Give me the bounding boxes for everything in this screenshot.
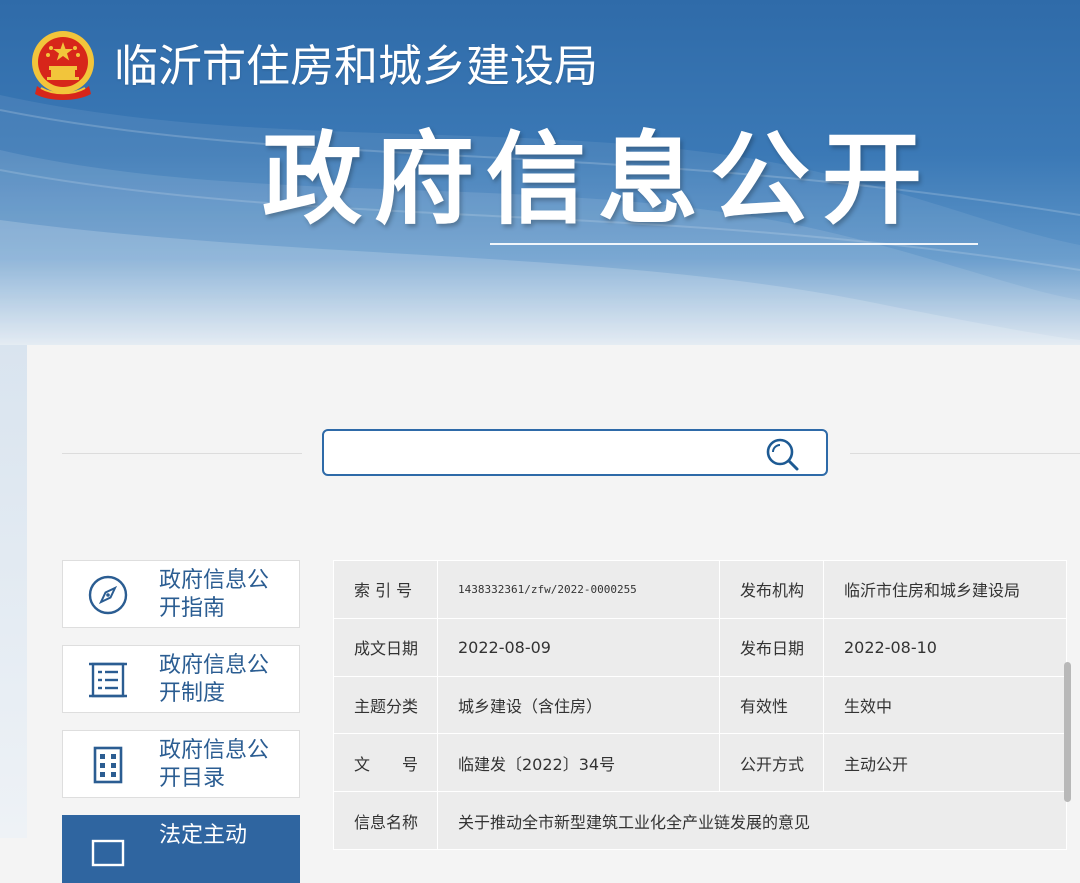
table-row: 信息名称 关于推动全市新型建筑工业化全产业链发展的意见 — [333, 791, 1067, 850]
table-row: 文 号 临建发〔2022〕34号 公开方式 主动公开 — [333, 733, 1067, 793]
document-list-icon — [89, 662, 127, 698]
divider-left — [62, 453, 302, 454]
left-edge-background — [0, 345, 27, 838]
national-emblem-icon — [32, 31, 94, 100]
published-date-label: 发布日期 — [719, 617, 824, 677]
banner-underline — [490, 243, 978, 245]
document-metadata-table: 索 引 号 1438332361/zfw/2022-0000255 发布机构 临… — [333, 560, 1067, 850]
scrollbar-thumb[interactable] — [1064, 662, 1071, 802]
topic-label: 主题分类 — [333, 675, 438, 735]
disclosure-method-value: 主动公开 — [823, 733, 1067, 793]
publisher-label: 发布机构 — [719, 560, 824, 619]
divider-right — [850, 453, 1080, 454]
publisher-value: 临沂市住房和城乡建设局 — [823, 560, 1067, 619]
sidebar-item-statutory[interactable]: 法定主动 — [62, 815, 300, 883]
document-number-label: 文 号 — [333, 733, 438, 793]
search-icon[interactable] — [764, 436, 800, 472]
sidebar-item-system[interactable]: 政府信息公开制度 — [62, 645, 300, 713]
search-input[interactable] — [332, 437, 756, 471]
published-date-value: 2022-08-10 — [823, 617, 1067, 677]
document-title-value: 关于推动全市新型建筑工业化全产业链发展的意见 — [437, 791, 1067, 850]
table-row: 主题分类 城乡建设（含住房） 有效性 生效中 — [333, 675, 1067, 735]
validity-value: 生效中 — [823, 675, 1067, 735]
site-name[interactable]: 临沂市住房和城乡建设局 — [114, 38, 598, 96]
sidebar-item-guide[interactable]: 政府信息公开指南 — [62, 560, 300, 628]
building-icon — [93, 746, 123, 784]
created-date-value: 2022-08-09 — [437, 617, 720, 677]
table-row: 索 引 号 1438332361/zfw/2022-0000255 发布机构 临… — [333, 560, 1067, 619]
sidebar-item-label: 政府信息公开制度 — [159, 653, 270, 706]
table-row: 成文日期 2022-08-09 发布日期 2022-08-10 — [333, 617, 1067, 677]
topic-value: 城乡建设（含住房） — [437, 675, 720, 735]
index-number-value: 1438332361/zfw/2022-0000255 — [437, 560, 720, 619]
compass-icon — [88, 575, 128, 615]
sidebar-item-label: 政府信息公开指南 — [159, 568, 270, 621]
search-box[interactable] — [322, 429, 828, 476]
banner-title: 政府信息公开 — [262, 121, 934, 238]
sidebar-item-catalog[interactable]: 政府信息公开目录 — [62, 730, 300, 798]
disclosure-method-label: 公开方式 — [719, 733, 824, 793]
document-number-value: 临建发〔2022〕34号 — [437, 733, 720, 793]
folder-icon — [91, 839, 125, 867]
sidebar-item-label: 法定主动 — [159, 823, 248, 848]
created-date-label: 成文日期 — [333, 617, 438, 677]
document-title-label: 信息名称 — [333, 791, 438, 850]
validity-label: 有效性 — [719, 675, 824, 735]
header-banner: 临沂市住房和城乡建设局 政府信息公开 — [0, 0, 1080, 345]
index-number-label: 索 引 号 — [333, 560, 438, 619]
sidebar-item-label: 政府信息公开目录 — [159, 738, 270, 791]
